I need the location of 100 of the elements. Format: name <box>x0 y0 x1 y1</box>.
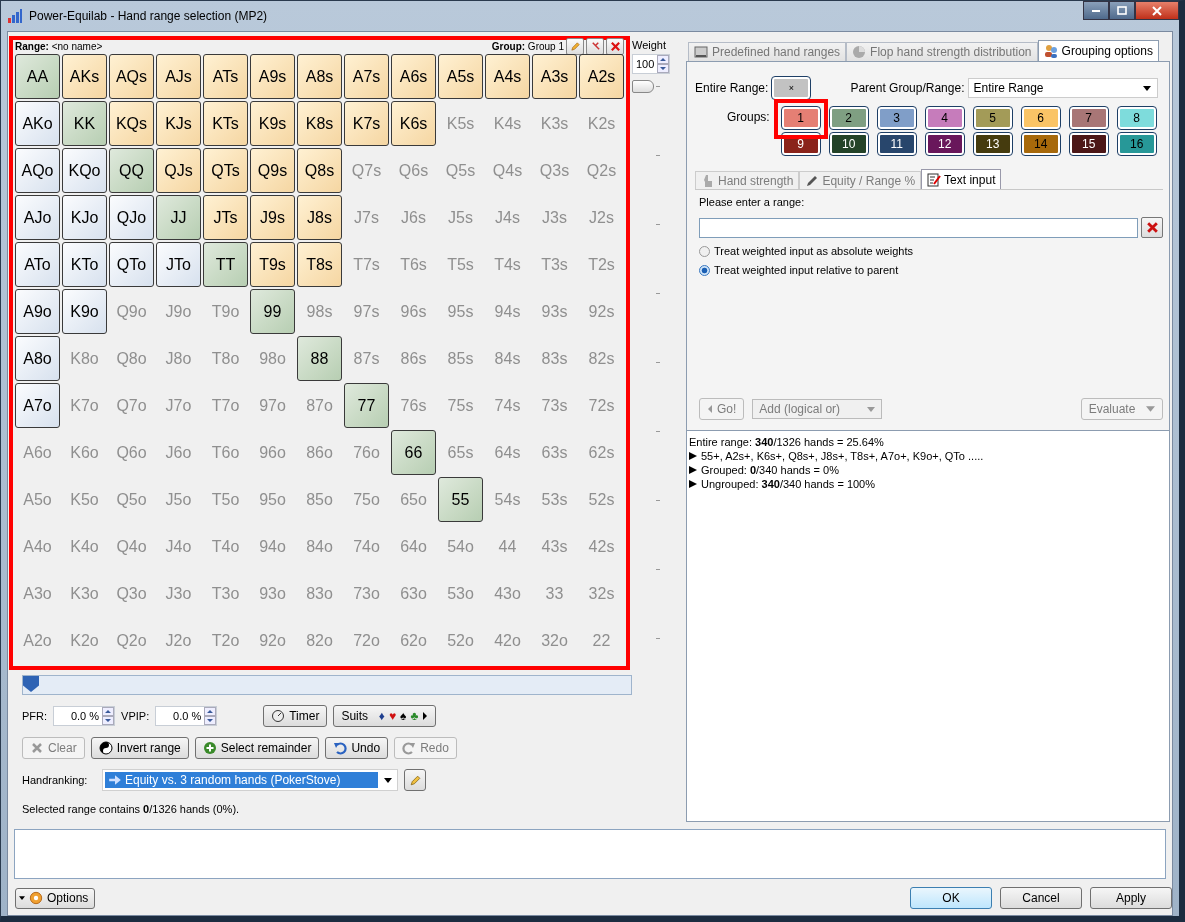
suits-button[interactable]: Suits ♦ ♥ ♠ ♣ <box>333 705 437 727</box>
hand-cell[interactable]: J9o <box>156 289 201 334</box>
hand-cell[interactable]: Q2o <box>109 618 154 663</box>
hand-cell[interactable]: K7s <box>344 101 389 146</box>
hand-cell[interactable]: 53o <box>438 571 483 616</box>
hand-cell[interactable]: K2o <box>62 618 107 663</box>
hand-cell[interactable]: T8s <box>297 242 342 287</box>
hand-cell[interactable]: A7o <box>15 383 60 428</box>
hand-cell[interactable]: 96s <box>391 289 436 334</box>
hand-cell[interactable]: A6s <box>391 54 436 99</box>
group-button[interactable]: 4 <box>925 107 964 129</box>
hand-cell[interactable]: 73o <box>344 571 389 616</box>
group-button[interactable]: 3 <box>877 107 916 129</box>
hand-cell[interactable]: 94s <box>485 289 530 334</box>
hand-cell[interactable]: 84o <box>297 524 342 569</box>
hand-cell[interactable]: Q2s <box>579 148 624 193</box>
hand-cell[interactable]: 97o <box>250 383 295 428</box>
hand-cell[interactable]: JTs <box>203 195 248 240</box>
hand-cell[interactable]: A2o <box>15 618 60 663</box>
hand-cell[interactable]: J7s <box>344 195 389 240</box>
hand-cell[interactable]: 95o <box>250 477 295 522</box>
slider-thumb[interactable] <box>632 80 654 93</box>
hand-cell[interactable]: Q5o <box>109 477 154 522</box>
tab[interactable]: Grouping options <box>1037 40 1159 61</box>
undo-button[interactable]: Undo <box>325 737 389 759</box>
spin-arrows-icon[interactable] <box>204 707 217 725</box>
hand-cell[interactable]: 83s <box>532 336 577 381</box>
hand-cell[interactable]: 22 <box>579 618 624 663</box>
hand-cell[interactable]: J2s <box>579 195 624 240</box>
hand-cell[interactable]: KQo <box>62 148 107 193</box>
edit-button[interactable] <box>566 37 584 55</box>
hand-cell[interactable]: 72s <box>579 383 624 428</box>
hand-cell[interactable]: 75o <box>344 477 389 522</box>
hand-cell[interactable]: 32o <box>532 618 577 663</box>
hand-cell[interactable]: 82o <box>297 618 342 663</box>
hand-cell[interactable]: K9s <box>250 101 295 146</box>
group-button[interactable]: 16 <box>1117 133 1156 155</box>
hand-cell[interactable]: T6s <box>391 242 436 287</box>
group-button[interactable]: 12 <box>925 133 964 155</box>
handranking-dropdown[interactable]: Equity vs. 3 random hands (PokerStove) <box>102 769 398 791</box>
hand-cell[interactable]: 32s <box>579 571 624 616</box>
hand-cell[interactable]: AA <box>15 54 60 99</box>
hand-cell[interactable]: Q4o <box>109 524 154 569</box>
entire-range-button[interactable]: × <box>772 77 811 99</box>
dialog-button[interactable]: Cancel <box>1000 887 1082 909</box>
hand-cell[interactable]: 72o <box>344 618 389 663</box>
hand-cell[interactable]: 54s <box>485 477 530 522</box>
hand-cell[interactable]: T5o <box>203 477 248 522</box>
hand-cell[interactable]: TT <box>203 242 248 287</box>
hand-cell[interactable]: A4s <box>485 54 530 99</box>
hand-cell[interactable]: ATo <box>15 242 60 287</box>
hand-cell[interactable]: JTo <box>156 242 201 287</box>
hand-cell[interactable]: Q9s <box>250 148 295 193</box>
hand-cell[interactable]: J3s <box>532 195 577 240</box>
close-button[interactable] <box>1135 1 1179 20</box>
hand-cell[interactable]: 73s <box>532 383 577 428</box>
hand-cell[interactable]: K8s <box>297 101 342 146</box>
hand-cell[interactable]: J8s <box>297 195 342 240</box>
hand-cell[interactable]: 42o <box>485 618 530 663</box>
hand-cell[interactable]: 74o <box>344 524 389 569</box>
hand-cell[interactable]: J4o <box>156 524 201 569</box>
hand-cell[interactable]: 52s <box>579 477 624 522</box>
hand-cell[interactable]: 76s <box>391 383 436 428</box>
hand-cell[interactable]: 75s <box>438 383 483 428</box>
hand-cell[interactable]: K3s <box>532 101 577 146</box>
tools-button[interactable] <box>586 37 604 55</box>
clear-button[interactable] <box>1141 217 1163 238</box>
hand-cell[interactable]: 63s <box>532 430 577 475</box>
hand-cell[interactable]: Q3o <box>109 571 154 616</box>
hand-cell[interactable]: T4s <box>485 242 530 287</box>
pfr-field[interactable]: 0.0 % <box>53 706 116 726</box>
hand-cell[interactable]: 44 <box>485 524 530 569</box>
hand-cell[interactable]: A6o <box>15 430 60 475</box>
spin-arrows-icon[interactable] <box>102 707 115 725</box>
hand-cell[interactable]: KJs <box>156 101 201 146</box>
hand-cell[interactable]: KQs <box>109 101 154 146</box>
hand-cell[interactable]: Q4s <box>485 148 530 193</box>
hand-cell[interactable]: 64o <box>391 524 436 569</box>
hand-cell[interactable]: Q3s <box>532 148 577 193</box>
group-button[interactable]: 6 <box>1021 107 1060 129</box>
hand-cell[interactable]: 93s <box>532 289 577 334</box>
hand-cell[interactable]: J6s <box>391 195 436 240</box>
hand-cell[interactable]: A2s <box>579 54 624 99</box>
hand-cell[interactable]: Q6o <box>109 430 154 475</box>
hand-cell[interactable]: 64s <box>485 430 530 475</box>
hand-cell[interactable]: A8o <box>15 336 60 381</box>
group-button[interactable]: 2 <box>829 107 868 129</box>
spin-arrows-icon[interactable] <box>657 55 670 73</box>
group-button[interactable]: 13 <box>973 133 1012 155</box>
hand-cell[interactable]: 85o <box>297 477 342 522</box>
hand-cell[interactable]: 33 <box>532 571 577 616</box>
caret-icon[interactable] <box>1143 85 1152 91</box>
hand-cell[interactable]: K6s <box>391 101 436 146</box>
hand-cell[interactable]: KK <box>62 101 107 146</box>
hand-cell[interactable]: K4o <box>62 524 107 569</box>
hand-cell[interactable]: 97s <box>344 289 389 334</box>
hand-cell[interactable]: J2o <box>156 618 201 663</box>
hand-cell[interactable]: T5s <box>438 242 483 287</box>
hand-cell[interactable]: 86o <box>297 430 342 475</box>
options-button[interactable]: Options <box>15 887 96 909</box>
